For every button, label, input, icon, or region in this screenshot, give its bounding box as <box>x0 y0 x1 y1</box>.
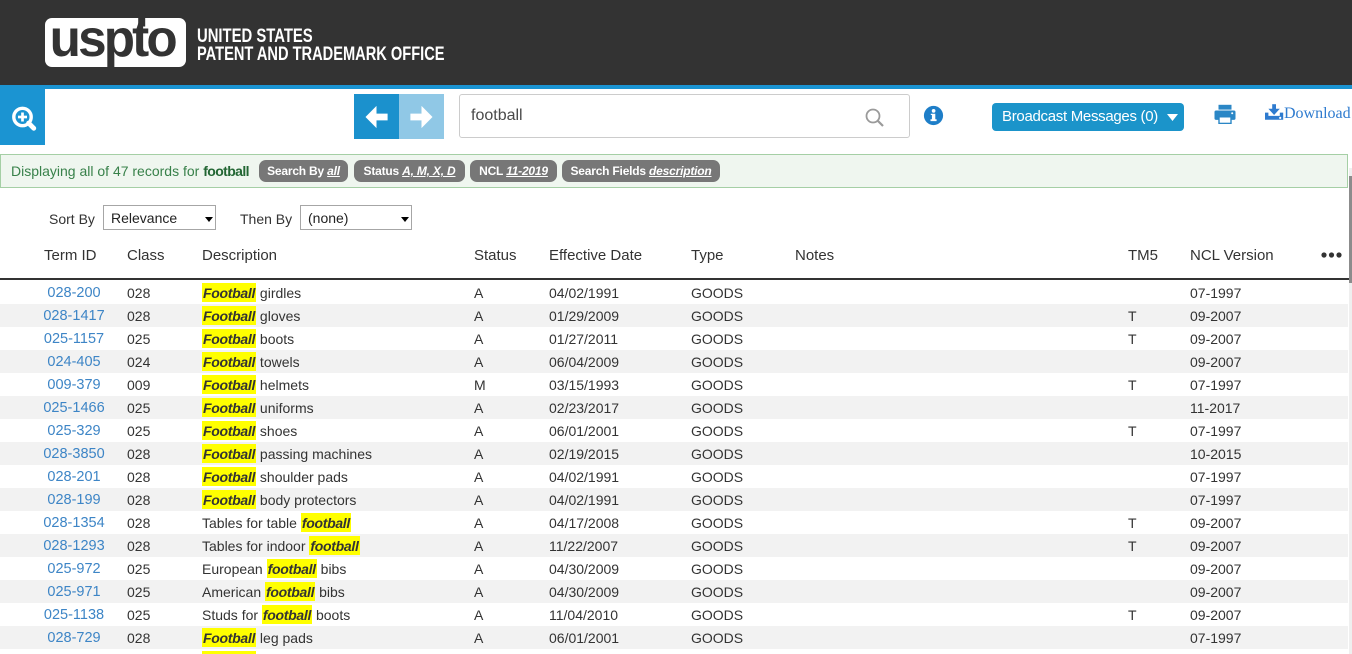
svg-text:uspto: uspto <box>50 9 177 67</box>
